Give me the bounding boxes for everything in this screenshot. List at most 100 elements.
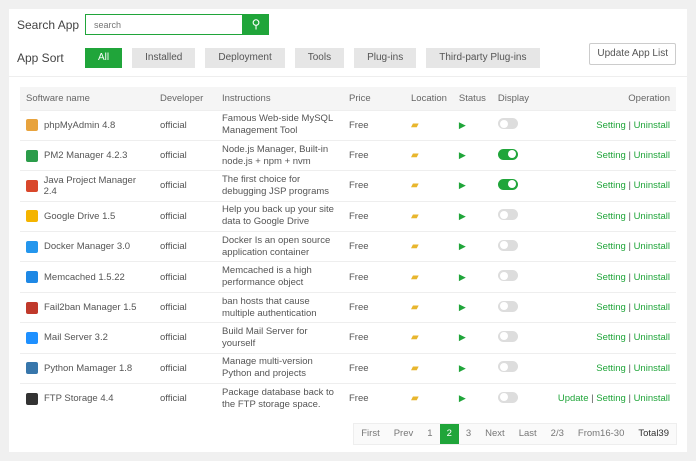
developer: official xyxy=(154,231,216,262)
update-app-list-button[interactable]: Update App List xyxy=(589,43,676,65)
play-icon[interactable]: ▶ xyxy=(459,180,466,190)
sort-tab-tools[interactable]: Tools xyxy=(294,48,345,68)
page-first[interactable]: First xyxy=(354,424,387,444)
developer: official xyxy=(154,170,216,202)
operation: Update | Setting | Uninstall xyxy=(539,383,676,414)
folder-icon[interactable]: ▰ xyxy=(411,332,419,343)
play-icon[interactable]: ▶ xyxy=(459,241,466,251)
name-cell: FTP Storage 4.4 xyxy=(20,383,154,414)
folder-icon[interactable]: ▰ xyxy=(411,393,419,404)
uninstall-link[interactable]: Uninstall xyxy=(634,393,670,404)
table-row: PM2 Manager 4.2.3 official Node.js Manager… xyxy=(20,139,676,171)
update-link[interactable]: Update xyxy=(558,393,589,404)
setting-link[interactable]: Setting xyxy=(596,241,626,252)
display-toggle[interactable] xyxy=(497,270,518,282)
column-header-software-name: Software name xyxy=(20,87,154,110)
instructions: Package database back to the FTP storage… xyxy=(216,383,343,414)
folder-icon[interactable]: ▰ xyxy=(411,363,419,374)
location: ▰ xyxy=(405,231,453,262)
setting-link[interactable]: Setting xyxy=(596,332,626,343)
price: Free xyxy=(343,352,405,384)
uninstall-link[interactable]: Uninstall xyxy=(634,150,670,161)
play-icon[interactable]: ▶ xyxy=(459,393,466,403)
setting-link[interactable]: Setting xyxy=(596,363,626,374)
setting-link[interactable]: Setting xyxy=(596,150,626,161)
display-toggle[interactable] xyxy=(497,330,518,342)
display-toggle[interactable] xyxy=(497,239,518,251)
software-name-text: Java Project Manager 2.4 xyxy=(43,174,136,197)
operation: Setting | Uninstall xyxy=(539,291,676,323)
search-button[interactable]: ⚲ xyxy=(243,14,269,35)
folder-icon[interactable]: ▰ xyxy=(411,241,419,252)
name-cell: Memcached 1.5.22 xyxy=(20,261,154,293)
page-3[interactable]: 3 xyxy=(458,424,479,444)
display-toggle[interactable] xyxy=(497,209,518,221)
display-toggle[interactable] xyxy=(497,118,518,130)
uninstall-link[interactable]: Uninstall xyxy=(634,272,670,283)
table-row: Fail2ban Manager 1.5 official ban hosts th… xyxy=(20,291,676,323)
play-icon[interactable]: ▶ xyxy=(459,120,466,130)
sort-tab-installed[interactable]: Installed xyxy=(132,48,196,68)
separator: | xyxy=(625,332,634,344)
folder-icon[interactable]: ▰ xyxy=(411,211,419,222)
sort-tab-all[interactable]: All xyxy=(85,48,123,68)
page-last[interactable]: Last xyxy=(511,424,544,444)
status: ▶ xyxy=(452,109,492,141)
folder-icon[interactable]: ▰ xyxy=(411,120,419,131)
uninstall-link[interactable]: Uninstall xyxy=(634,241,670,252)
setting-link[interactable]: Setting xyxy=(596,211,626,222)
developer: official xyxy=(154,261,216,293)
developer: official xyxy=(154,352,216,384)
display xyxy=(491,322,540,354)
status: ▶ xyxy=(452,231,492,262)
display-toggle[interactable] xyxy=(497,361,518,373)
play-icon[interactable]: ▶ xyxy=(459,302,466,312)
setting-link[interactable]: Setting xyxy=(596,302,626,313)
setting-link[interactable]: Setting xyxy=(596,272,626,283)
uninstall-link[interactable]: Uninstall xyxy=(634,332,670,343)
software-name: FTP Storage 4.4 xyxy=(26,392,148,405)
setting-link[interactable]: Setting xyxy=(596,120,626,131)
setting-link[interactable]: Setting xyxy=(596,393,626,404)
folder-icon[interactable]: ▰ xyxy=(411,150,419,161)
software-name: Memcached 1.5.22 xyxy=(26,271,148,284)
play-icon[interactable]: ▶ xyxy=(459,363,466,373)
folder-icon[interactable]: ▰ xyxy=(411,272,419,283)
play-icon[interactable]: ▶ xyxy=(459,272,466,282)
play-icon[interactable]: ▶ xyxy=(459,332,466,342)
operation: Setting | Uninstall xyxy=(539,261,676,293)
sort-tab-plug-ins[interactable]: Plug-ins xyxy=(354,48,417,68)
uninstall-link[interactable]: Uninstall xyxy=(634,363,670,374)
display-toggle[interactable] xyxy=(497,391,518,403)
uninstall-link[interactable]: Uninstall xyxy=(634,302,670,313)
display-toggle[interactable] xyxy=(497,148,518,160)
separator: | xyxy=(625,393,634,405)
column-header-status: Status xyxy=(452,87,492,110)
table-row: phpMyAdmin 4.8 official Famous Web-side My… xyxy=(20,109,676,141)
folder-icon[interactable]: ▰ xyxy=(411,180,419,191)
uninstall-link[interactable]: Uninstall xyxy=(634,211,670,222)
operation: Setting | Uninstall xyxy=(539,170,676,202)
display xyxy=(491,291,540,323)
instructions: The first choice for debugging JSP progr… xyxy=(216,170,343,202)
setting-link[interactable]: Setting xyxy=(596,180,626,191)
play-icon[interactable]: ▶ xyxy=(459,150,466,160)
sort-tab-deployment[interactable]: Deployment xyxy=(205,48,285,68)
play-icon[interactable]: ▶ xyxy=(459,211,466,221)
uninstall-link[interactable]: Uninstall xyxy=(634,120,670,131)
page-prev[interactable]: Prev xyxy=(386,424,421,444)
search-input[interactable] xyxy=(85,14,243,35)
table-row: Java Project Manager 2.4 official The firs… xyxy=(20,170,676,202)
page-2[interactable]: 2 xyxy=(439,424,459,444)
display-toggle[interactable] xyxy=(497,178,518,190)
software-name-text: Google Drive 1.5 xyxy=(44,210,116,222)
software-name-text: Python Mamager 1.8 xyxy=(44,362,133,374)
display-toggle[interactable] xyxy=(497,300,518,312)
software-name: Java Project Manager 2.4 xyxy=(26,175,148,197)
uninstall-link[interactable]: Uninstall xyxy=(634,180,670,191)
price: Free xyxy=(343,322,405,354)
page-next[interactable]: Next xyxy=(478,424,512,444)
sort-tab-third-party-plug-ins[interactable]: Third-party Plug-ins xyxy=(426,48,540,68)
page-1[interactable]: 1 xyxy=(420,424,440,444)
folder-icon[interactable]: ▰ xyxy=(411,302,419,313)
